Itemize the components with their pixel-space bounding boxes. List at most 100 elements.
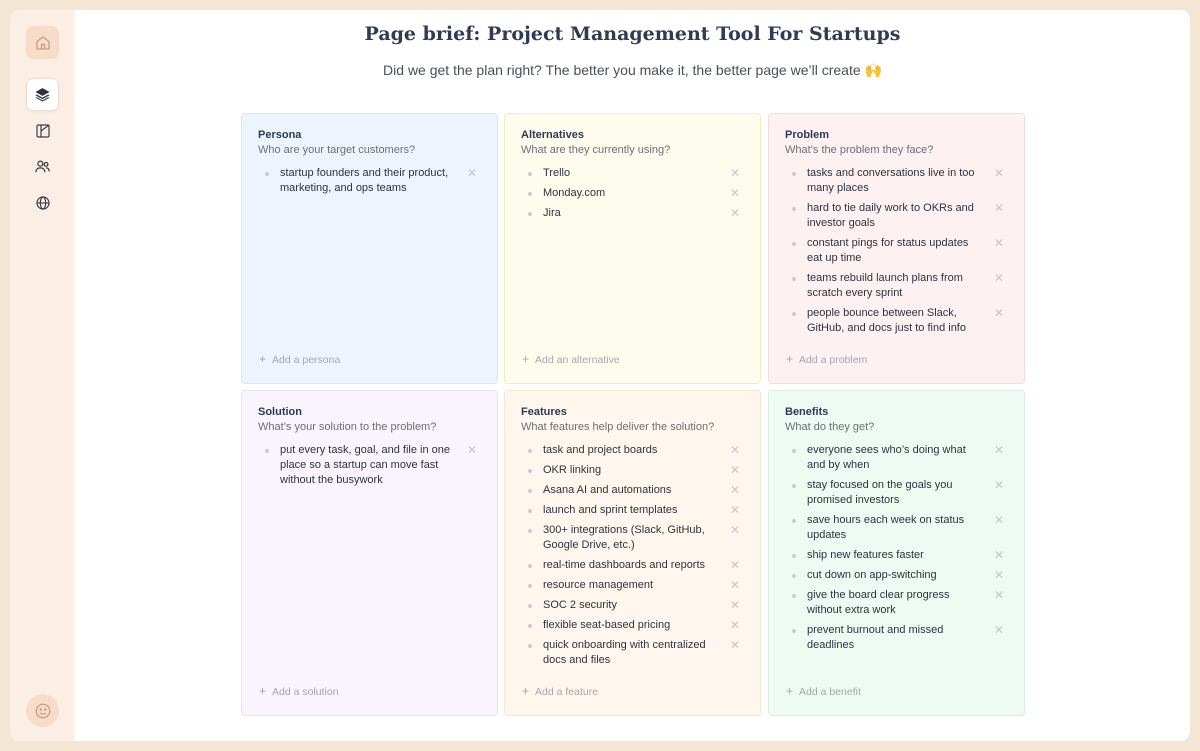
solution-list: put every task, goal, and file in one pl…: [258, 443, 483, 493]
list-item[interactable]: startup founders and their product, mark…: [258, 166, 483, 196]
app-frame: Page brief: Project Management Tool For …: [10, 10, 1190, 741]
page-title: Page brief: Project Management Tool For …: [364, 23, 901, 45]
remove-icon[interactable]: ✕: [730, 463, 740, 477]
list-item-text: stay focused on the goals you promised i…: [807, 479, 953, 506]
list-item[interactable]: task and project boards ✕: [521, 443, 746, 458]
profile-button[interactable]: [26, 694, 59, 727]
remove-icon[interactable]: ✕: [994, 306, 1004, 320]
remove-icon[interactable]: ✕: [994, 588, 1004, 602]
remove-icon[interactable]: ✕: [994, 201, 1004, 215]
bullet-icon: [792, 554, 796, 558]
list-item[interactable]: teams rebuild launch plans from scratch …: [785, 271, 1010, 301]
list-item[interactable]: real-time dashboards and reports ✕: [521, 558, 746, 573]
solution-title: Solution: [258, 406, 302, 418]
persona-title: Persona: [258, 129, 302, 141]
users-button[interactable]: [26, 150, 59, 183]
list-item[interactable]: 300+ integrations (Slack, GitHub, Google…: [521, 523, 746, 553]
remove-icon[interactable]: ✕: [994, 513, 1004, 527]
problem-list: tasks and conversations live in too many…: [785, 166, 1010, 341]
list-item[interactable]: constant pings for status updates eat up…: [785, 236, 1010, 266]
remove-icon[interactable]: ✕: [730, 166, 740, 180]
alternatives-title: Alternatives: [521, 129, 584, 141]
add-features-button[interactable]: + Add a feature: [522, 684, 598, 698]
list-item[interactable]: SOC 2 security ✕: [521, 598, 746, 613]
add-label: Add a persona: [272, 354, 341, 366]
list-item[interactable]: quick onboarding with centralized docs a…: [521, 638, 746, 668]
plus-icon: +: [522, 352, 530, 366]
remove-icon[interactable]: ✕: [994, 271, 1004, 285]
list-item[interactable]: resource management ✕: [521, 578, 746, 593]
bullet-icon: [528, 212, 532, 216]
list-item-text: save hours each week on status updates: [807, 514, 965, 541]
add-benefits-button[interactable]: + Add a benefit: [786, 684, 861, 698]
list-item[interactable]: save hours each week on status updates ✕: [785, 513, 1010, 543]
layout-button[interactable]: [26, 114, 59, 147]
list-item[interactable]: tasks and conversations live in too many…: [785, 166, 1010, 196]
bullet-icon: [528, 604, 532, 608]
add-solution-button[interactable]: + Add a solution: [259, 684, 339, 698]
remove-icon[interactable]: ✕: [994, 623, 1004, 637]
add-problem-button[interactable]: + Add a problem: [786, 352, 867, 366]
benefits-list: everyone sees who’s doing what and by wh…: [785, 443, 1010, 658]
bullet-icon: [792, 484, 796, 488]
add-alternatives-button[interactable]: + Add an alternative: [522, 352, 620, 366]
remove-icon[interactable]: ✕: [467, 166, 477, 180]
list-item[interactable]: prevent burnout and missed deadlines ✕: [785, 623, 1010, 653]
list-item[interactable]: everyone sees who’s doing what and by wh…: [785, 443, 1010, 473]
remove-icon[interactable]: ✕: [994, 548, 1004, 562]
list-item[interactable]: Monday.com ✕: [521, 186, 746, 201]
remove-icon[interactable]: ✕: [730, 503, 740, 517]
list-item-text: SOC 2 security: [543, 599, 617, 611]
add-persona-button[interactable]: + Add a persona: [259, 352, 340, 366]
remove-icon[interactable]: ✕: [994, 568, 1004, 582]
remove-icon[interactable]: ✕: [994, 443, 1004, 457]
plus-icon: +: [786, 684, 794, 698]
add-label: Add an alternative: [535, 354, 620, 366]
list-item[interactable]: cut down on app-switching ✕: [785, 568, 1010, 583]
list-item[interactable]: people bounce between Slack, GitHub, and…: [785, 306, 1010, 336]
list-item-text: prevent burnout and missed deadlines: [807, 624, 944, 651]
bullet-icon: [792, 519, 796, 523]
remove-icon[interactable]: ✕: [994, 478, 1004, 492]
layers-button[interactable]: [26, 78, 59, 111]
remove-icon[interactable]: ✕: [730, 598, 740, 612]
list-item[interactable]: Jira ✕: [521, 206, 746, 221]
problem-question: What’s the problem they face?: [785, 144, 934, 156]
home-button[interactable]: [26, 26, 59, 59]
list-item[interactable]: give the board clear progress without ex…: [785, 588, 1010, 618]
list-item[interactable]: stay focused on the goals you promised i…: [785, 478, 1010, 508]
list-item[interactable]: Trello ✕: [521, 166, 746, 181]
remove-icon[interactable]: ✕: [467, 443, 477, 457]
list-item-text: teams rebuild launch plans from scratch …: [807, 272, 963, 299]
list-item-text: everyone sees who’s doing what and by wh…: [807, 444, 966, 471]
list-item[interactable]: ship new features faster ✕: [785, 548, 1010, 563]
features-title: Features: [521, 406, 567, 418]
remove-icon[interactable]: ✕: [730, 618, 740, 632]
remove-icon[interactable]: ✕: [730, 443, 740, 457]
list-item-text: Monday.com: [543, 187, 606, 199]
bullet-icon: [528, 469, 532, 473]
list-item-text: flexible seat-based pricing: [543, 619, 671, 631]
remove-icon[interactable]: ✕: [994, 166, 1004, 180]
remove-icon[interactable]: ✕: [730, 638, 740, 652]
remove-icon[interactable]: ✕: [730, 558, 740, 572]
remove-icon[interactable]: ✕: [730, 483, 740, 497]
list-item[interactable]: Asana AI and automations ✕: [521, 483, 746, 498]
main-content: Page brief: Project Management Tool For …: [75, 10, 1190, 741]
list-item[interactable]: put every task, goal, and file in one pl…: [258, 443, 483, 488]
benefits-card: Benefits What do they get? everyone sees w…: [768, 390, 1025, 716]
remove-icon[interactable]: ✕: [730, 186, 740, 200]
bullet-icon: [792, 629, 796, 633]
remove-icon[interactable]: ✕: [730, 206, 740, 220]
remove-icon[interactable]: ✕: [994, 236, 1004, 250]
add-label: Add a feature: [535, 686, 599, 698]
list-item-text: cut down on app-switching: [807, 569, 937, 581]
list-item[interactable]: flexible seat-based pricing ✕: [521, 618, 746, 633]
list-item[interactable]: OKR linking ✕: [521, 463, 746, 478]
remove-icon[interactable]: ✕: [730, 523, 740, 537]
list-item[interactable]: hard to tie daily work to OKRs and inves…: [785, 201, 1010, 231]
globe-button[interactable]: [26, 186, 59, 219]
list-item[interactable]: launch and sprint templates ✕: [521, 503, 746, 518]
plus-icon: +: [259, 684, 267, 698]
remove-icon[interactable]: ✕: [730, 578, 740, 592]
